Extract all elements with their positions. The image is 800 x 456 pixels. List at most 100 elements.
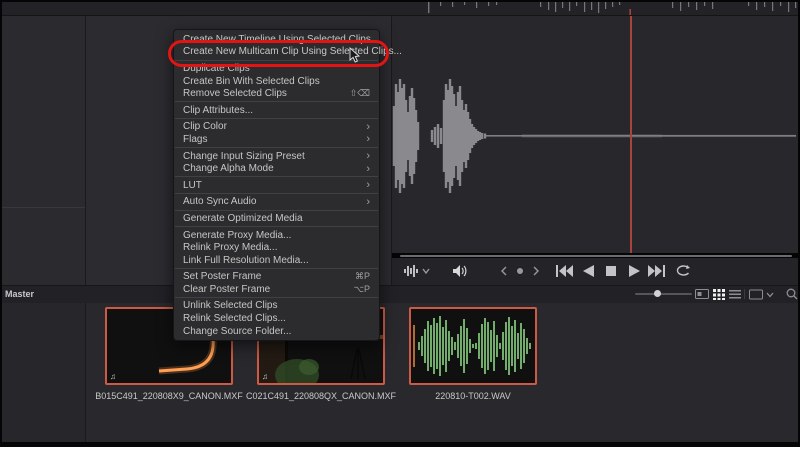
go-to-last-frame-button[interactable] [646, 262, 666, 280]
menu-item-label: Create New Timeline Using Selected Clips [183, 34, 371, 45]
menu-separator [175, 193, 378, 194]
menu-item[interactable]: Change Input Sizing Preset › [174, 150, 379, 163]
menu-item[interactable]: Change Alpha Mode › [174, 162, 379, 175]
menu-item-shortcut: ⌥P [354, 284, 370, 295]
thumbnail-view-button[interactable] [711, 288, 727, 300]
menu-item[interactable]: Generate Proxy Media... › [174, 229, 379, 242]
jog-control[interactable] [500, 262, 540, 280]
music-note-icon: ♫ [110, 372, 116, 381]
menu-item-label: Change Alpha Mode [183, 163, 274, 174]
play-button[interactable] [624, 262, 644, 280]
menu-item[interactable]: Remove Selected Clips ⇧⌫ › [174, 87, 379, 100]
menu-item[interactable]: LUT › [174, 179, 379, 192]
menu-item[interactable]: Clip Color › [174, 121, 379, 134]
menu-item-label: Create New Multicam Clip Using Selected … [183, 46, 402, 57]
menu-item-label: Relink Proxy Media... [183, 242, 277, 253]
search-icon [786, 288, 798, 300]
menu-item-label: Change Input Sizing Preset [183, 151, 305, 162]
menu-item[interactable]: Relink Proxy Media... › [174, 241, 379, 254]
play-reverse-button[interactable] [578, 262, 598, 280]
menu-item-label: LUT [183, 180, 202, 191]
bin-list-panel[interactable] [2, 303, 86, 442]
menu-item[interactable]: Link Full Resolution Media... › [174, 254, 379, 267]
clip-display-options-dropdown[interactable] [749, 288, 775, 300]
viewer-scrollbar[interactable] [400, 255, 792, 257]
clip-audio-waveform-icon [392, 16, 798, 253]
jog-left-icon [502, 267, 506, 275]
menu-item[interactable]: Generate Optimized Media › [174, 212, 379, 225]
menu-item[interactable]: Clip Attributes... › [174, 104, 379, 117]
menu-item[interactable]: Create New Multicam Clip Using Selected … [174, 46, 379, 59]
submenu-arrow-icon: › [366, 197, 370, 207]
audio-overview-strip[interactable] [2, 2, 798, 16]
submenu-arrow-icon: › [366, 164, 370, 174]
thumbnail-zoom-slider[interactable] [635, 293, 692, 295]
chevron-down-icon [767, 293, 773, 297]
bin-sidebar[interactable] [2, 16, 86, 285]
menu-item-shortcut: ⇧⌫ [350, 88, 370, 99]
menu-item[interactable]: Duplicate Clips › [174, 62, 379, 75]
media-clip-audio[interactable]: 220810-T002.WAV [409, 307, 537, 385]
sidebar-divider [2, 207, 85, 208]
filmstrip-view-button[interactable] [694, 288, 710, 300]
menu-item-label: Duplicate Clips [183, 63, 250, 74]
menu-item[interactable]: Flags › [174, 133, 379, 146]
list-view-button[interactable] [727, 288, 743, 300]
submenu-arrow-icon: › [366, 122, 370, 132]
green-audio-waveform-icon [411, 309, 535, 383]
play-icon [629, 265, 640, 277]
thumbnail-zoom-handle[interactable] [654, 290, 661, 297]
audio-overview-waveform-icon [392, 2, 798, 15]
menu-separator [175, 210, 378, 211]
menu-item-label: Clear Poster Frame [183, 284, 270, 295]
menu-separator [175, 118, 378, 119]
current-bin-label: Master [5, 289, 34, 299]
thumbnail-view-icon [713, 289, 725, 300]
menu-item-label: Clip Color [183, 121, 227, 132]
page-background-strip [0, 444, 800, 456]
menu-item-shortcut: ⌘P [355, 271, 370, 282]
menu-item-label: Link Full Resolution Media... [183, 255, 309, 266]
menu-item-label: Set Poster Frame [183, 271, 261, 282]
menu-separator [175, 268, 378, 269]
skip-first-icon [556, 265, 573, 277]
clip-thumbnail[interactable] [409, 307, 537, 385]
menu-item-label: Generate Optimized Media [183, 213, 303, 224]
menu-item[interactable]: Change Source Folder... › [174, 325, 379, 338]
menu-item[interactable]: Create Bin With Selected Clips › [174, 75, 379, 88]
media-pool-header: Master [2, 285, 798, 304]
loop-button[interactable] [673, 262, 693, 280]
audio-levels-dropdown[interactable] [404, 262, 430, 280]
audio-levels-icon [404, 264, 430, 278]
menu-item-label: Clip Attributes... [183, 105, 253, 116]
menu-item[interactable]: Unlink Selected Clips › [174, 300, 379, 313]
menu-separator [175, 176, 378, 177]
go-to-first-frame-button[interactable] [554, 262, 574, 280]
mute-button[interactable] [450, 262, 470, 280]
playhead-line[interactable] [630, 16, 632, 253]
menu-separator [175, 297, 378, 298]
submenu-arrow-icon: › [366, 134, 370, 144]
submenu-arrow-icon: › [366, 151, 370, 161]
menu-item-label: Remove Selected Clips [183, 88, 287, 99]
stop-button[interactable] [601, 262, 621, 280]
music-note-icon: ♫ [262, 372, 268, 381]
menu-item[interactable]: Create New Timeline Using Selected Clips… [174, 33, 379, 46]
menu-item[interactable]: Auto Sync Audio › [174, 196, 379, 209]
menu-separator [175, 60, 378, 61]
jog-center-icon [517, 268, 523, 274]
menu-item-label: Flags [183, 134, 207, 145]
menu-item-label: Unlink Selected Clips [183, 300, 278, 311]
context-menu: Create New Timeline Using Selected Clips… [173, 29, 380, 341]
search-button[interactable] [784, 288, 800, 300]
filmstrip-view-icon [695, 289, 709, 299]
menu-item[interactable]: Set Poster Frame ⌘P › [174, 271, 379, 284]
submenu-arrow-icon: › [366, 180, 370, 190]
menu-item-label: Relink Selected Clips... [183, 313, 286, 324]
menu-item[interactable]: Relink Selected Clips... › [174, 312, 379, 325]
menu-item[interactable]: Clear Poster Frame ⌥P › [174, 283, 379, 296]
viewer-panel[interactable] [392, 16, 798, 253]
stop-icon [606, 266, 616, 276]
clip-filename: B015C491_220808X9_CANON.MXF [84, 391, 254, 401]
transport-bar [392, 258, 798, 285]
